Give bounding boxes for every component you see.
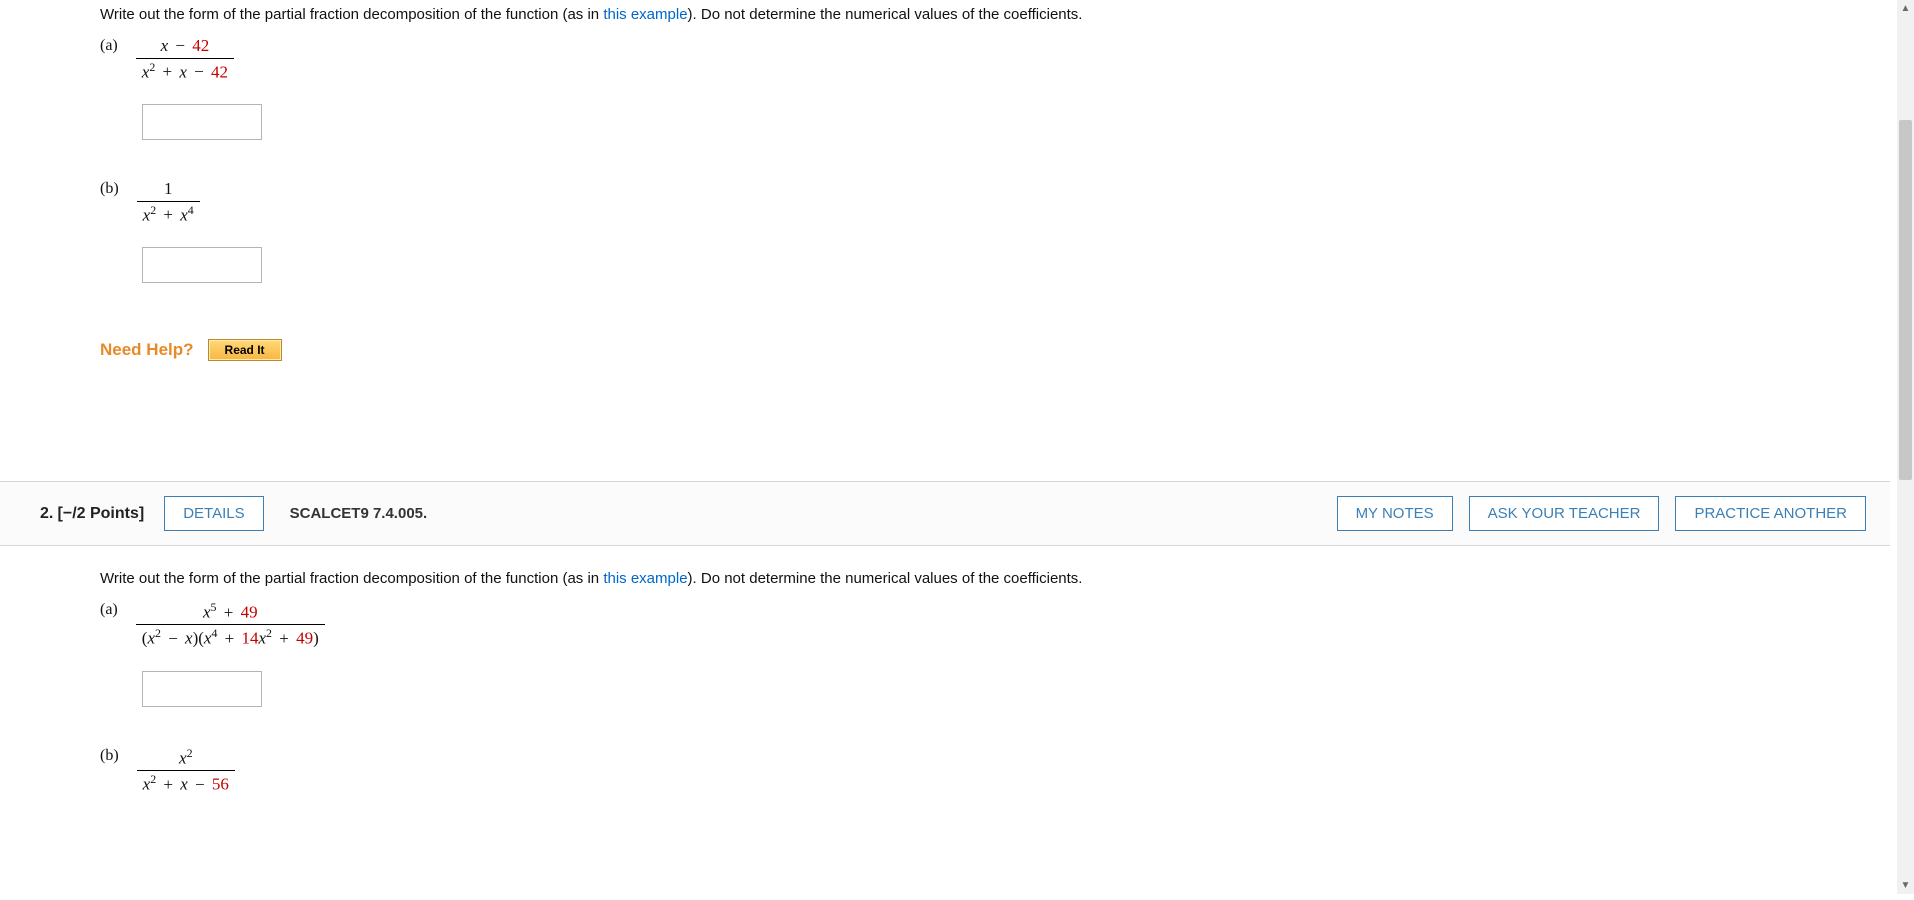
instruction-suffix: ). Do not determine the numerical values…: [688, 6, 1083, 23]
instruction-text: Write out the form of the partial fracti…: [100, 6, 1890, 23]
den-x2: x: [179, 62, 187, 81]
den-sup2: 4: [188, 203, 194, 217]
den-x2: x: [185, 629, 193, 648]
part-b: (b) 1 x2 + x4: [100, 180, 1890, 225]
den-close2: ): [313, 629, 319, 648]
part-a-label: (a): [100, 601, 118, 619]
part-b-fraction: x2 x2 + x − 56: [137, 747, 235, 795]
ask-teacher-button[interactable]: ASK YOUR TEACHER: [1469, 496, 1660, 531]
question-number: 2.: [40, 505, 53, 522]
den-const: 56: [212, 775, 229, 794]
part-b-label: (b): [100, 180, 119, 198]
den-op3: +: [272, 629, 296, 648]
den-op2: −: [188, 775, 212, 794]
num-op: −: [168, 36, 192, 55]
question-2-body: Write out the form of the partial fracti…: [0, 546, 1890, 844]
part-a-fraction: x5 + 49 (x2 − x)(x4 + 14x2 + 49): [136, 601, 325, 649]
need-help-section: Need Help? Read It: [100, 339, 1890, 361]
instruction-text: Write out the form of the partial fracti…: [100, 570, 1890, 587]
scroll-up-icon[interactable]: ▲: [1897, 0, 1914, 17]
question-header-left: 2. [−/2 Points] DETAILS SCALCET9 7.4.005…: [40, 496, 427, 531]
den-x1: x: [147, 629, 155, 648]
den-x4: x: [259, 629, 267, 648]
num: 1: [137, 180, 200, 201]
practice-another-button[interactable]: PRACTICE ANOTHER: [1675, 496, 1866, 531]
question-header-right: MY NOTES ASK YOUR TEACHER PRACTICE ANOTH…: [1337, 496, 1866, 531]
part-b: (b) x2 x2 + x − 56: [100, 747, 1890, 795]
scrollbar-track[interactable]: ▲ ▼: [1897, 0, 1914, 894]
scrollbar-thumb[interactable]: [1899, 120, 1912, 480]
num-sup: 2: [187, 746, 193, 760]
den-close1: )(: [193, 629, 204, 648]
part-a-answer-input[interactable]: [142, 104, 262, 140]
num-x: x: [179, 748, 187, 767]
part-b-label: (b): [100, 747, 119, 765]
part-a-answer-input[interactable]: [142, 671, 262, 707]
part-a: (a) x5 + 49 (x2 − x)(x4 + 14x2 + 49): [100, 601, 1890, 649]
part-b-answer-input[interactable]: [142, 247, 262, 283]
example-link[interactable]: this example: [603, 570, 687, 587]
den-op1: −: [161, 629, 185, 648]
book-reference: SCALCET9 7.4.005.: [290, 505, 428, 522]
part-a: (a) x − 42 x2 + x − 42: [100, 37, 1890, 82]
question-2-header: 2. [−/2 Points] DETAILS SCALCET9 7.4.005…: [0, 481, 1890, 546]
details-button[interactable]: DETAILS: [164, 496, 263, 531]
num-const: 42: [192, 36, 209, 55]
den-b: x: [180, 205, 188, 224]
part-a-fraction: x − 42 x2 + x − 42: [136, 37, 234, 82]
num-x: x: [203, 603, 211, 622]
instruction-suffix: ). Do not determine the numerical values…: [688, 570, 1083, 587]
den-const: 49: [296, 629, 313, 648]
den-coef: 14: [242, 629, 259, 648]
den-op1: +: [156, 775, 180, 794]
need-help-label: Need Help?: [100, 340, 194, 360]
question-1-body: Write out the form of the partial fracti…: [0, 6, 1890, 401]
num-var: x: [161, 36, 169, 55]
instruction-prefix: Write out the form of the partial fracti…: [100, 570, 603, 587]
num-const: 49: [241, 603, 258, 622]
den-const: 42: [211, 62, 228, 81]
part-a-label: (a): [100, 37, 118, 55]
scroll-down-icon[interactable]: ▼: [1897, 877, 1914, 894]
den-op1: +: [155, 62, 179, 81]
instruction-prefix: Write out the form of the partial fracti…: [100, 6, 603, 23]
my-notes-button[interactable]: MY NOTES: [1337, 496, 1453, 531]
den-op2: +: [217, 629, 241, 648]
question-points: [−/2 Points]: [58, 505, 145, 522]
part-b-fraction: 1 x2 + x4: [137, 180, 200, 225]
den-b: x: [180, 775, 188, 794]
num-op: +: [216, 603, 240, 622]
question-number-points: 2. [−/2 Points]: [40, 505, 144, 523]
read-it-button[interactable]: Read It: [208, 339, 282, 361]
den-op: +: [156, 205, 180, 224]
den-op2: −: [187, 62, 211, 81]
example-link[interactable]: this example: [603, 6, 687, 23]
